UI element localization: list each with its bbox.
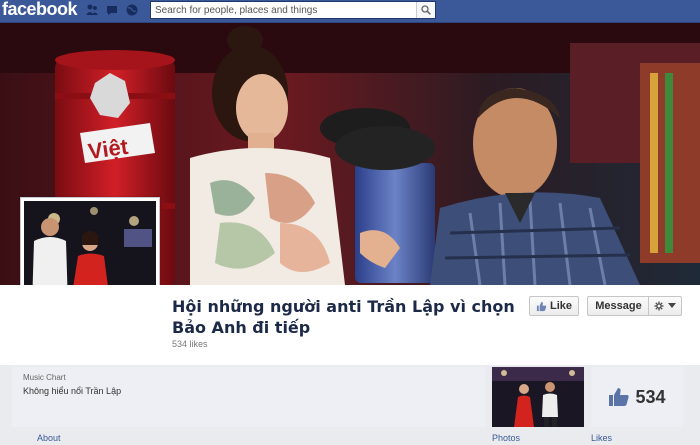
chevron-down-icon [668, 303, 676, 308]
thumbs-up-icon [536, 301, 547, 311]
photos-thumbnail[interactable] [492, 367, 584, 427]
page-header: Hội những người anti Trần Lập vì chọn Bả… [0, 285, 700, 365]
notifications-globe-icon[interactable] [125, 3, 139, 17]
about-info-box: Music Chart Không hiểu nổi Trần Lập [12, 367, 485, 427]
like-button[interactable]: Like [529, 296, 579, 316]
like-button-label: Like [549, 300, 572, 312]
tab-likes[interactable]: Likes [591, 433, 612, 443]
message-button[interactable]: Message [587, 296, 649, 316]
top-navigation-bar: facebook [0, 0, 700, 23]
photos-thumbnail-image [492, 367, 584, 427]
notification-jewels [85, 3, 139, 17]
gear-icon [654, 301, 664, 311]
facebook-logo[interactable]: facebook [2, 0, 78, 20]
tab-about[interactable]: About [37, 433, 61, 443]
search-bar [150, 1, 436, 19]
search-button[interactable] [416, 2, 435, 18]
page-title[interactable]: Hội những người anti Trần Lập vì chọn Bả… [172, 296, 532, 338]
messages-icon[interactable] [105, 3, 119, 17]
page-category[interactable]: Music Chart [23, 373, 66, 382]
likes-count: 534 [635, 386, 666, 407]
likes-count-text[interactable]: 534 likes [172, 339, 208, 349]
settings-menu-button[interactable] [648, 296, 682, 316]
tab-photos[interactable]: Photos [492, 433, 520, 443]
message-button-label: Message [595, 300, 642, 312]
search-icon [421, 5, 431, 15]
page-description: Không hiểu nổi Trần Lập [23, 386, 122, 396]
search-input[interactable] [151, 2, 423, 18]
friend-requests-icon[interactable] [85, 3, 99, 17]
thumbs-up-icon [609, 388, 630, 406]
likes-box[interactable]: 534 [591, 367, 683, 427]
